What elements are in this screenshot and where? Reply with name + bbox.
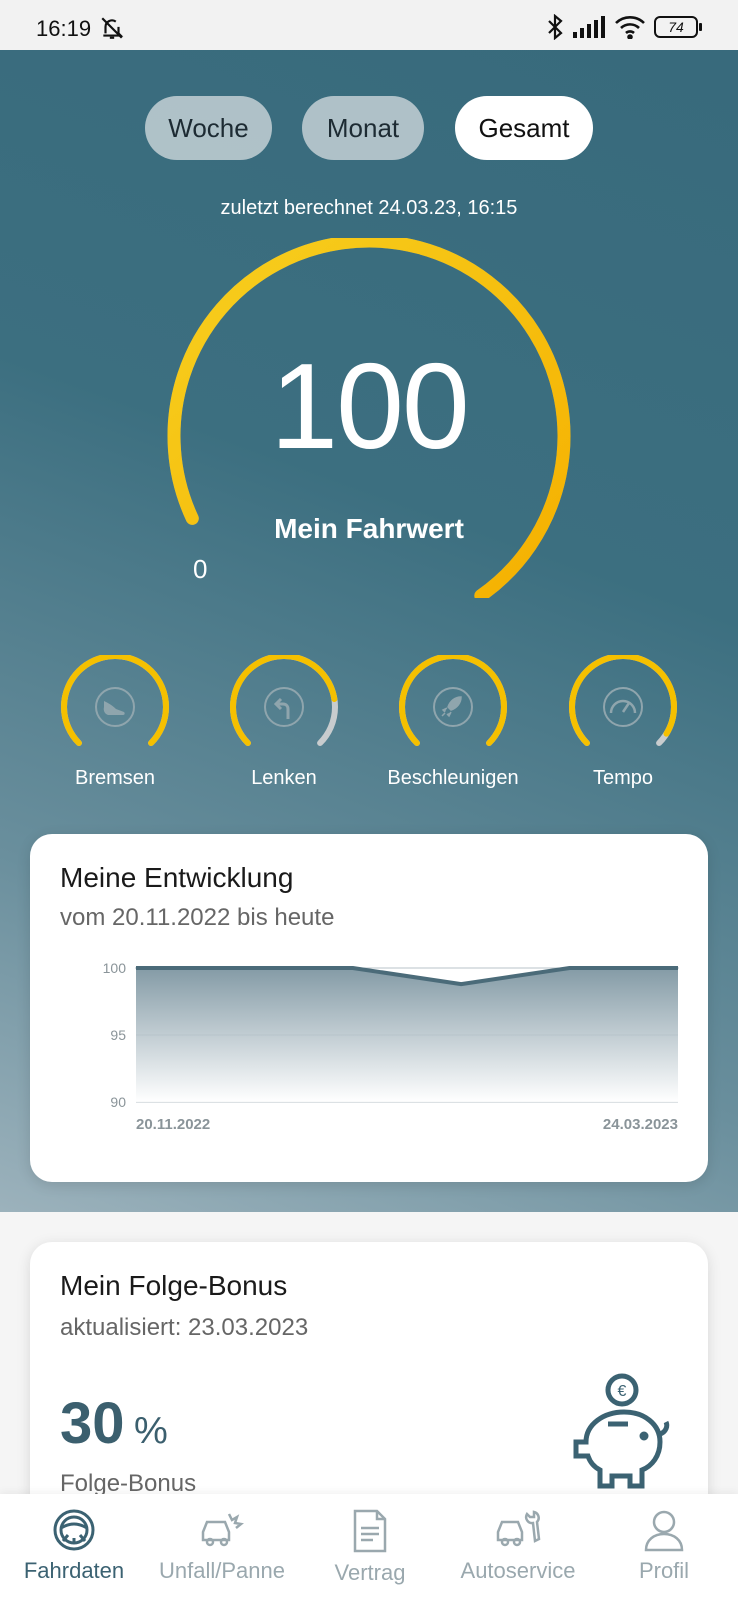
chart-point	[677, 967, 679, 969]
speedometer-icon	[603, 687, 643, 727]
rocket-icon	[433, 687, 473, 727]
brake-gauge	[61, 655, 169, 747]
piggy-bank-icon: €	[573, 1373, 670, 1489]
steer-gauge	[230, 655, 338, 747]
chart-point	[352, 967, 354, 969]
nav-autoservice[interactable]: Autoservice	[444, 1494, 592, 1600]
chart-area	[136, 968, 678, 1102]
shoe-icon	[95, 687, 135, 727]
nav-label: Fahrdaten	[23, 1558, 125, 1583]
chart-point	[569, 967, 571, 969]
x-tick-label: 20.11.2022	[136, 1116, 210, 1133]
period-selector: Woche Monat Gesamt	[0, 96, 738, 160]
bonus-updated: aktualisiert: 23.03.2023	[60, 1314, 309, 1341]
period-week-button[interactable]: Woche	[145, 96, 272, 160]
period-total-button[interactable]: Gesamt	[455, 96, 593, 160]
development-chart: 100 95 90 20.11.2022 24.03.2023	[103, 962, 679, 1133]
category-label: Tempo	[592, 767, 654, 789]
bell-off-icon	[101, 17, 124, 39]
nav-label: Autoservice	[460, 1558, 576, 1583]
car-crash-icon	[201, 1513, 244, 1547]
chart-point	[135, 967, 137, 969]
bonus-title: Mein Folge-Bonus	[60, 1270, 288, 1301]
document-icon	[353, 1509, 387, 1553]
turn-left-icon	[264, 687, 304, 727]
nav-label: Profil	[638, 1558, 690, 1583]
bonus-value: 30	[60, 1391, 125, 1456]
category-brake[interactable]: Bremsen	[40, 655, 190, 790]
category-speed[interactable]: Tempo	[548, 655, 698, 790]
y-tick-label: 95	[110, 1027, 126, 1043]
last-calculated: zuletzt berechnet 24.03.23, 16:15	[220, 197, 518, 219]
score-value: 100	[270, 338, 470, 474]
signal-icon	[573, 16, 605, 38]
accelerate-gauge	[399, 655, 507, 747]
battery-indicator: 74	[654, 16, 702, 38]
bonus-unit: %	[134, 1410, 168, 1452]
category-label: Beschleunigen	[387, 767, 519, 789]
wifi-icon	[615, 16, 645, 39]
nav-unfall-panne[interactable]: Unfall/Panne	[148, 1494, 296, 1600]
development-card[interactable]: Meine Entwicklung vom 20.11.2022 bis heu…	[30, 834, 708, 1182]
bluetooth-icon	[548, 14, 563, 40]
category-accelerate[interactable]: Beschleunigen	[378, 655, 528, 790]
nav-fahrdaten[interactable]: Fahrdaten	[0, 1494, 148, 1600]
period-month-button[interactable]: Monat	[302, 96, 424, 160]
y-tick-label: 90	[110, 1094, 126, 1110]
chart-point	[243, 967, 245, 969]
score-label: Mein Fahrwert	[274, 513, 464, 544]
development-subtitle: vom 20.11.2022 bis heute	[60, 904, 335, 931]
category-steer[interactable]: Lenken	[209, 655, 359, 790]
nav-label: Unfall/Panne	[159, 1558, 285, 1583]
gauge-min-label: 0	[193, 554, 208, 584]
person-icon	[644, 1510, 684, 1552]
chart-point	[460, 983, 462, 985]
bottom-navigation: Fahrdaten Unfall/Panne Vertrag Autoservi…	[0, 1494, 738, 1600]
status-time: 16:19	[36, 16, 92, 41]
y-tick-label: 100	[103, 962, 127, 976]
nav-profil[interactable]: Profil	[590, 1494, 738, 1600]
status-bar: 16:19 74	[0, 0, 738, 50]
svg-text:€: €	[618, 1383, 627, 1400]
steering-wheel-icon	[53, 1509, 95, 1551]
development-title: Meine Entwicklung	[60, 862, 294, 893]
nav-vertrag[interactable]: Vertrag	[296, 1494, 444, 1600]
x-tick-label: 24.03.2023	[603, 1116, 678, 1133]
category-label: Bremsen	[74, 767, 156, 789]
car-wrench-icon	[496, 1510, 541, 1547]
category-label: Lenken	[251, 767, 317, 789]
nav-label: Vertrag	[334, 1560, 406, 1585]
speed-gauge	[569, 655, 677, 747]
